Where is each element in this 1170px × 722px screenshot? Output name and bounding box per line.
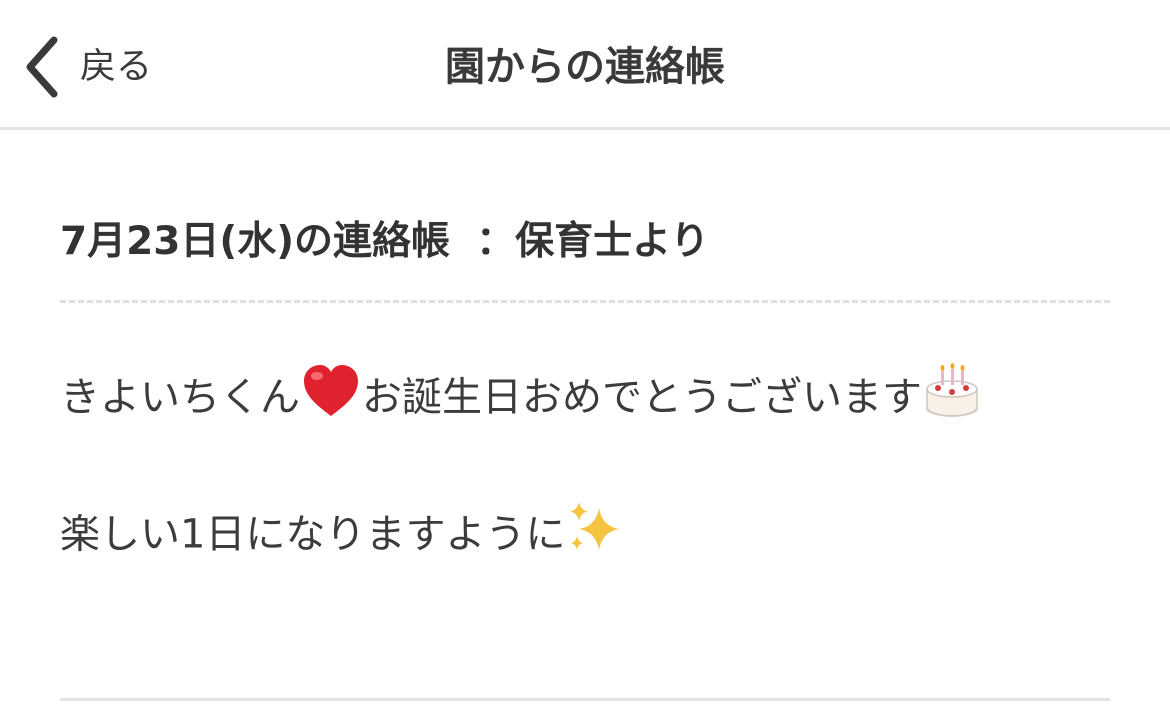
message-text-birthday: お誕生日おめでとうございます <box>362 374 922 421</box>
entry-heading: 7月23日(水)の連絡帳 ：保育士より <box>60 212 1110 272</box>
back-button-label: 戻る <box>80 46 153 87</box>
dashed-divider <box>60 300 1110 303</box>
message-line-2: 楽しい1日になりますように <box>60 498 1110 575</box>
chevron-left-icon <box>22 34 62 100</box>
bottom-divider <box>60 698 1110 701</box>
entry-date-title: 7月23日(水)の連絡帳 <box>60 219 451 264</box>
message-text-wish: 楽しい1日になりますように <box>60 511 566 558</box>
page-title: 園からの連絡帳 <box>445 44 725 90</box>
back-button[interactable]: 戻る <box>22 34 152 100</box>
notebook-entry: 7月23日(水)の連絡帳 ：保育士より きよいちくん お誕生日おめでとうございます <box>60 130 1110 575</box>
navigation-bar: 戻る 園からの連絡帳 <box>0 0 1170 130</box>
message-text-name: きよいちくん <box>60 374 300 421</box>
sparkles-icon <box>565 498 625 575</box>
heart-icon <box>300 362 362 437</box>
birthday-cake-icon <box>922 361 982 438</box>
message-line-1: きよいちくん お誕生日おめでとうございます <box>60 361 1110 438</box>
entry-author: ：保育士より <box>476 219 710 264</box>
